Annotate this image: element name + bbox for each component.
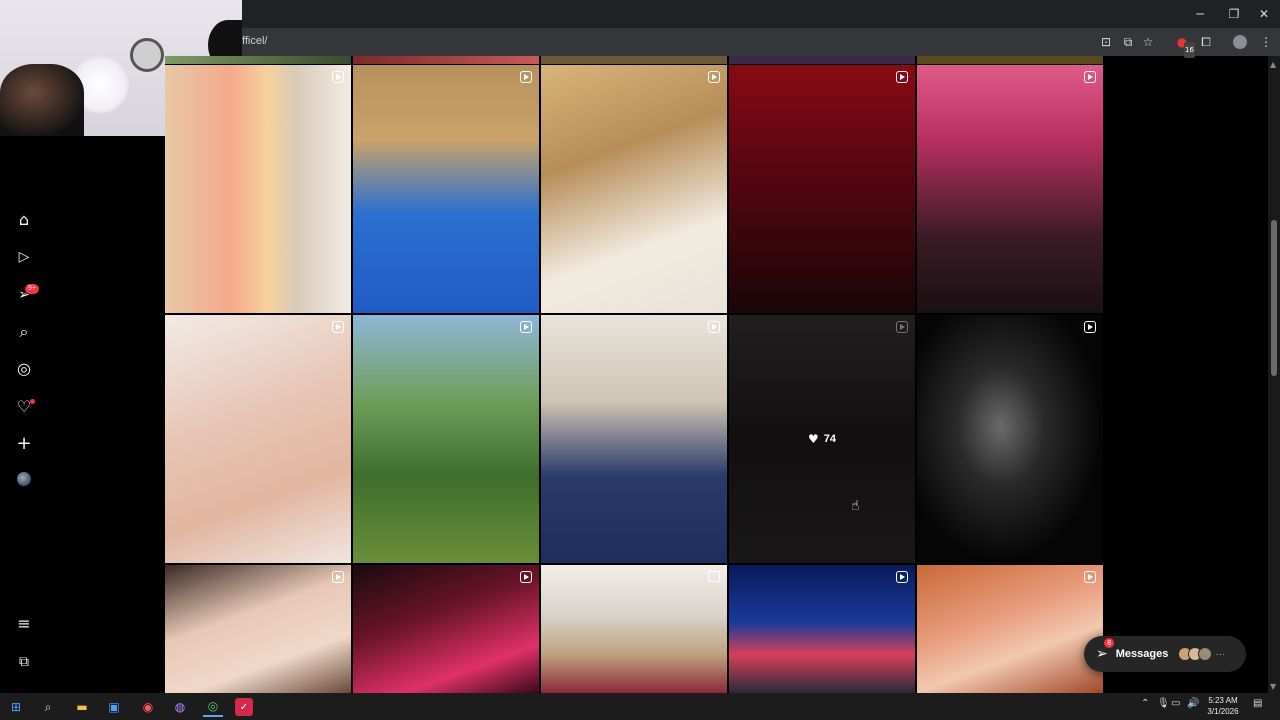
clock-date: 3/1/2026: [1207, 707, 1239, 716]
home-icon[interactable]: ⌂: [14, 210, 34, 230]
recorder-icon[interactable]: ◉: [138, 697, 158, 717]
reel-icon: [332, 71, 344, 83]
extension-icon[interactable]: ● 16: [1174, 34, 1195, 58]
post-tile[interactable]: [729, 565, 915, 693]
volume-icon[interactable]: 🔊: [1187, 698, 1199, 709]
microphone-icon[interactable]: 🎙: [1157, 698, 1170, 709]
store-icon[interactable]: ▣: [104, 697, 124, 717]
post-tile[interactable]: [541, 565, 727, 693]
messages-label: Messages: [1115, 648, 1169, 660]
scroll-thumb[interactable]: [1271, 220, 1277, 376]
post-tile[interactable]: [541, 65, 727, 313]
reel-icon: [332, 321, 344, 333]
carousel-icon: [708, 571, 720, 582]
explore-compass-icon[interactable]: ◎: [14, 359, 34, 379]
post-tile[interactable]: [165, 56, 351, 64]
create-plus-icon[interactable]: +: [14, 434, 34, 454]
post-tile[interactable]: [917, 565, 1103, 693]
search-icon[interactable]: ⌕: [38, 697, 58, 717]
reels-icon[interactable]: ▷: [14, 247, 34, 267]
profile-avatar[interactable]: [1233, 35, 1247, 49]
post-tile[interactable]: [729, 56, 915, 64]
reel-icon: [896, 71, 908, 83]
streamer: [0, 64, 84, 136]
scroll-down-arrow-icon[interactable]: ▼: [1270, 682, 1276, 691]
post-tile[interactable]: [917, 315, 1103, 563]
scroll-up-arrow-icon[interactable]: ▲: [1270, 60, 1276, 69]
more-menu-icon[interactable]: ≡: [14, 614, 34, 634]
messages-dock[interactable]: ➢ 8 Messages ···: [1084, 636, 1246, 672]
heart-icon: ♥: [807, 432, 819, 446]
screen: ─ ❐ ✕ fficel/ ⊡ ⧉ ☆ ● 16 ⧠ ⋮ ⌂ ▷ ➢ 9+ ⌕ ◎…: [0, 0, 1280, 720]
post-tile[interactable]: [917, 56, 1103, 64]
reel-icon: [520, 71, 532, 83]
reel-icon: [332, 571, 344, 583]
reel-icon: [1084, 571, 1096, 583]
direct-send-icon: ➢ 8: [1096, 638, 1115, 662]
page-scrollbar[interactable]: ▲ ▼: [1268, 56, 1280, 693]
more-dots-icon: ···: [1215, 648, 1226, 660]
wall-clock: [130, 38, 164, 72]
translate-icon[interactable]: ⊡: [1098, 34, 1114, 50]
bookmark-star-icon[interactable]: ☆: [1140, 34, 1156, 50]
reel-icon: [520, 321, 532, 333]
notification-dot: [30, 399, 35, 404]
reel-icon: [1084, 71, 1096, 83]
browser-titlebar: ─ ❐ ✕: [242, 0, 1280, 28]
post-tile[interactable]: [353, 315, 539, 563]
windows-start-icon[interactable]: ⊞: [6, 697, 26, 717]
posts-grid: ♥ 74: [165, 56, 1104, 693]
post-tile[interactable]: [353, 565, 539, 693]
tray-chevron-icon[interactable]: ⌃: [1141, 698, 1149, 709]
menu-kebab-icon[interactable]: ⋮: [1258, 34, 1274, 50]
reel-icon: [896, 571, 908, 583]
post-tile[interactable]: [165, 565, 351, 693]
reel-icon: [708, 71, 720, 83]
like-count-value: 74: [823, 433, 836, 445]
chrome-icon[interactable]: ◎: [203, 697, 223, 717]
also-from-meta-icon[interactable]: ⧉: [14, 652, 34, 672]
profile-avatar-icon[interactable]: [14, 471, 34, 491]
app-icon[interactable]: ✓: [235, 698, 253, 716]
post-tile[interactable]: [165, 315, 351, 563]
extension-badge: 16: [1184, 42, 1195, 58]
hover-overlay: ♥ 74: [729, 315, 915, 563]
like-count: ♥ 74: [808, 432, 836, 446]
post-tile[interactable]: [541, 56, 727, 64]
hand-cursor-icon: ☝: [851, 498, 860, 514]
reel-icon: [1084, 321, 1096, 333]
clock-time: 5:23 AM: [1208, 696, 1238, 705]
restore-button[interactable]: ❐: [1218, 0, 1250, 28]
post-tile[interactable]: [917, 65, 1103, 313]
post-tile[interactable]: [729, 65, 915, 313]
windows-taskbar: ⊞ ⌕ ▬ ▣ ◉ ◍ ◎ ✓ ⌃ 🎙 ▭ 🔊 5:23 AM 3/1/2026…: [0, 693, 1280, 720]
cast-icon[interactable]: ⧉: [1120, 34, 1136, 50]
url-text[interactable]: fficel/: [242, 35, 267, 47]
messages-notification-badge: 9+: [25, 284, 39, 294]
avatar: [1198, 647, 1213, 661]
network-icon[interactable]: ▭: [1171, 698, 1180, 709]
address-bar: fficel/ ⊡ ⧉ ☆ ● 16 ⧠ ⋮: [242, 28, 1280, 58]
file-explorer-icon[interactable]: ▬: [72, 697, 92, 717]
reel-icon: [520, 571, 532, 583]
post-tile[interactable]: [353, 65, 539, 313]
post-tile[interactable]: [541, 315, 727, 563]
close-button[interactable]: ✕: [1248, 0, 1280, 28]
minimize-button[interactable]: ─: [1184, 0, 1216, 28]
messages-badge: 8: [1104, 638, 1115, 648]
post-tile[interactable]: [165, 65, 351, 313]
message-avatars: [1178, 647, 1213, 661]
notification-center-icon[interactable]: ▤: [1253, 698, 1262, 709]
discord-icon[interactable]: ◍: [170, 697, 190, 717]
search-icon[interactable]: ⌕: [14, 322, 34, 342]
system-clock[interactable]: 5:23 AM 3/1/2026: [1200, 695, 1246, 717]
post-tile[interactable]: [353, 56, 539, 64]
extensions-puzzle-icon[interactable]: ⧠: [1198, 34, 1214, 50]
post-tile-hovered[interactable]: ♥ 74: [729, 315, 915, 563]
reel-icon: [708, 321, 720, 333]
